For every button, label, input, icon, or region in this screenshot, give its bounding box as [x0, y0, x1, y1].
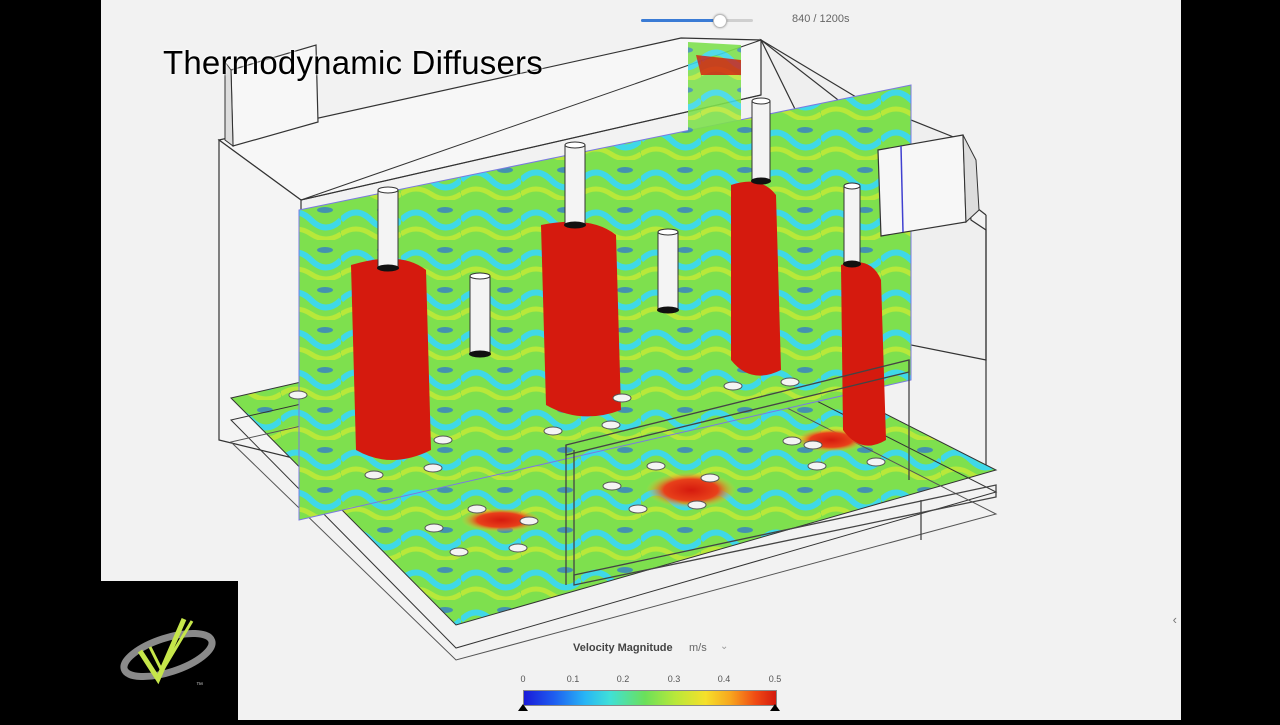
legend-tick: 0.1 [566, 674, 580, 684]
legend-tick: 0.2 [616, 674, 630, 684]
video-title: Thermodynamic Diffusers [163, 44, 543, 81]
trademark-mark: ™ [196, 682, 203, 689]
legend-tick: 0.5 [768, 674, 782, 684]
brand-logo: ™ [100, 581, 238, 720]
checkmark-swoosh-logo [120, 618, 216, 685]
timeline-control[interactable]: 840 / 1200s [641, 8, 981, 32]
legend-unit-select[interactable]: m/s [689, 642, 707, 654]
timeline-thumb[interactable] [713, 14, 728, 28]
timeline-progress [641, 19, 720, 22]
legend-tick: 0.4 [717, 674, 731, 684]
time-readout: 840 / 1200s [792, 13, 850, 25]
color-legend: Velocity Magnitude m/s ⌄ 0 0.1 0.2 0.3 0… [501, 640, 801, 720]
viewport[interactable]: Thermodynamic Diffusers 840 / 1200s Velo… [101, 0, 1181, 720]
legend-min-handle[interactable] [518, 704, 528, 711]
legend-tick: 0.3 [667, 674, 681, 684]
legend-color-bar [523, 690, 777, 706]
chevron-left-icon[interactable]: ‹ [1173, 612, 1177, 627]
chevron-down-icon[interactable]: ⌄ [720, 641, 728, 652]
legend-tick: 0 [520, 674, 526, 684]
legend-max-handle[interactable] [770, 704, 780, 711]
legend-title: Velocity Magnitude [573, 642, 673, 654]
cfd-3d-scene[interactable] [101, 0, 1181, 720]
